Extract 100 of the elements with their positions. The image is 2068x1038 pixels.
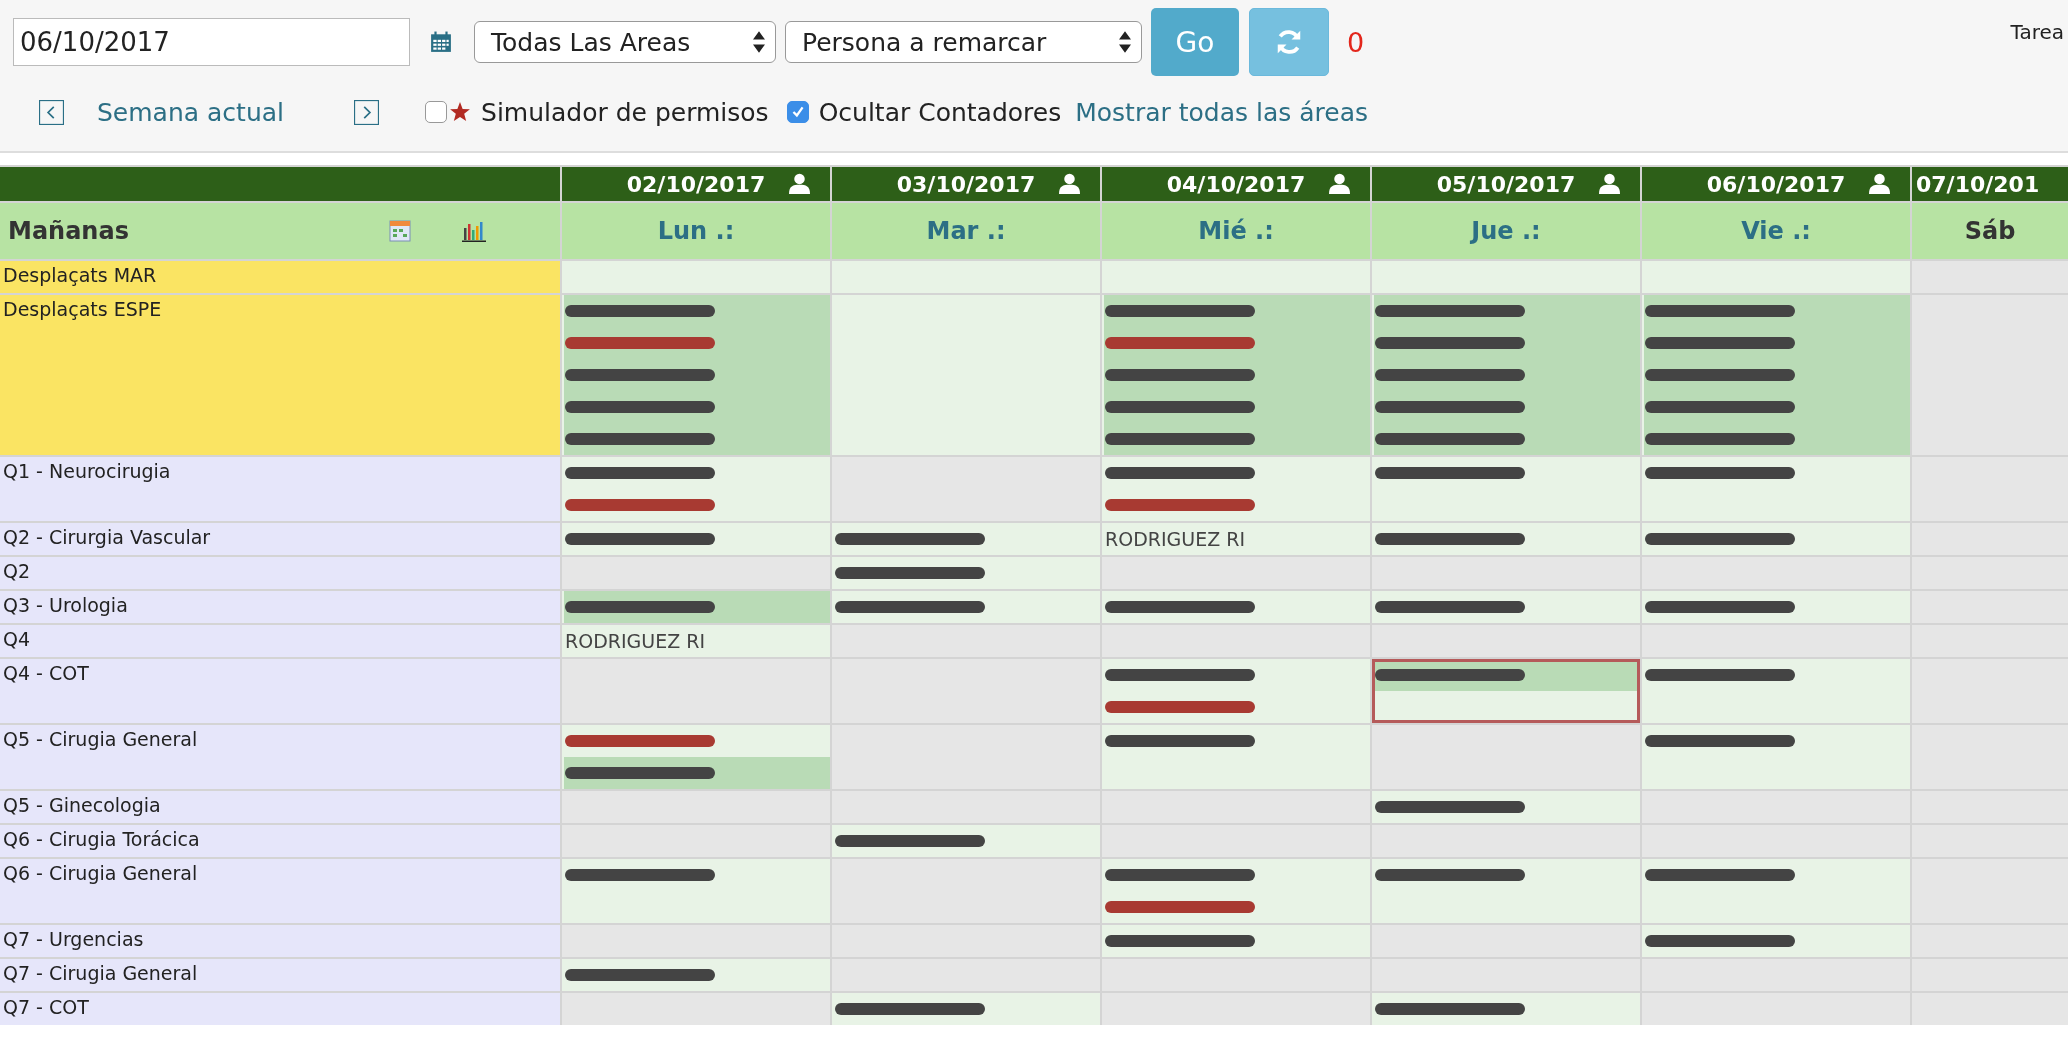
updown-arrow-icon <box>1119 31 1131 53</box>
schedule-cell[interactable] <box>832 993 1100 1025</box>
date-text: 03/10/2017 <box>896 171 1036 197</box>
area-label: Q3 - Urologia <box>0 591 560 623</box>
calendar-grid-icon[interactable] <box>388 220 412 242</box>
schedule-cell[interactable] <box>1642 925 1910 957</box>
schedule-cell[interactable] <box>1912 993 2068 1025</box>
person-icon[interactable] <box>1869 173 1890 194</box>
tab-label[interactable]: Tarea <box>2010 20 2068 44</box>
previous-week-icon[interactable] <box>39 99 64 125</box>
schedule-cell[interactable] <box>1642 859 1910 923</box>
schedule-cell[interactable] <box>1102 659 1370 723</box>
schedule-cell[interactable] <box>1102 295 1370 455</box>
schedule-cell[interactable] <box>1102 457 1370 521</box>
schedule-cell[interactable] <box>1642 523 1910 555</box>
area-label: Q4 - COT <box>0 659 560 723</box>
area-select[interactable]: Todas Las Areas <box>474 21 776 63</box>
bar-chart-icon[interactable] <box>462 220 486 242</box>
area-label: Q1 - Neurocirugia <box>0 457 560 521</box>
area-label: Desplaçats ESPE <box>0 295 560 455</box>
schedule-cell[interactable] <box>562 725 830 789</box>
schedule-cell[interactable] <box>1372 659 1640 723</box>
schedule-cell[interactable] <box>1642 261 1910 293</box>
staff-name: RODRIGUEZ RI <box>565 630 706 652</box>
person-icon[interactable] <box>1599 173 1620 194</box>
schedule-cell[interactable] <box>562 993 830 1025</box>
staff-name: RODRIGUEZ RI <box>1105 528 1246 550</box>
area-label: Q5 - Ginecologia <box>0 791 560 823</box>
area-label: Q2 <box>0 557 560 589</box>
area-label: Q4 <box>0 625 560 657</box>
person-select[interactable]: Persona a remarcar <box>785 21 1142 63</box>
schedule-cell[interactable] <box>562 457 830 521</box>
updown-arrow-icon <box>753 31 765 53</box>
area-label: Q7 - COT <box>0 993 560 1025</box>
person-icon[interactable] <box>1329 173 1350 194</box>
schedule-cell[interactable] <box>832 295 1100 455</box>
person-icon[interactable] <box>1059 173 1080 194</box>
schedule-cell[interactable] <box>1642 457 1910 521</box>
area-label: Q7 - Cirugia General <box>0 959 560 991</box>
date-text: 07/10/201 <box>1916 171 2040 197</box>
checkbox[interactable] <box>425 101 447 123</box>
star-icon <box>449 101 471 123</box>
calendar-icon[interactable] <box>430 31 452 53</box>
schedule-cell[interactable] <box>1642 993 1910 1025</box>
schedule-cell[interactable] <box>1102 993 1370 1025</box>
schedule-cell[interactable] <box>1102 261 1370 293</box>
schedule-cell[interactable] <box>1642 591 1910 623</box>
schedule-cell[interactable]: RODRIGUEZ RI <box>562 625 830 657</box>
weekday-header: Vie .: <box>1642 203 1910 259</box>
weekday-header: Mié .: <box>1102 203 1370 259</box>
weekday-header: Lun .: <box>562 203 830 259</box>
schedule-cell[interactable] <box>1642 295 1910 455</box>
weekday-header: Sáb <box>1912 203 2068 259</box>
current-week-link[interactable]: Semana actual <box>97 97 284 127</box>
schedule-cell[interactable] <box>1372 457 1640 521</box>
checkbox[interactable] <box>786 101 809 123</box>
schedule-cell[interactable] <box>1372 791 1640 823</box>
schedule-cell[interactable] <box>1642 725 1910 789</box>
person-icon[interactable] <box>789 173 810 194</box>
checkbox-label: Simulador de permisos <box>481 97 769 127</box>
schedule-cell[interactable] <box>832 557 1100 589</box>
counter-text: 0 <box>1347 26 1365 58</box>
schedule-cell[interactable] <box>562 523 830 555</box>
schedule-cell[interactable] <box>562 959 830 991</box>
schedule-cell[interactable] <box>1102 725 1370 789</box>
area-label: Q6 - Cirugia Torácica <box>0 825 560 857</box>
area-label: Desplaçats MAR <box>0 261 560 293</box>
schedule-cell[interactable] <box>1372 523 1640 555</box>
schedule-cell[interactable] <box>832 523 1100 555</box>
area-label: Q6 - Cirugia General <box>0 859 560 923</box>
schedule-cell[interactable] <box>1102 859 1370 923</box>
date-text: 06/10/2017 <box>1706 171 1846 197</box>
schedule-cell[interactable]: RODRIGUEZ RI <box>1102 523 1370 555</box>
show-all-areas-link[interactable]: Mostrar todas las áreas <box>1075 97 1368 127</box>
schedule-cell[interactable] <box>1372 591 1640 623</box>
date-text: 04/10/2017 <box>1166 171 1306 197</box>
schedule-cell[interactable] <box>1102 591 1370 623</box>
schedule-cell[interactable] <box>832 261 1100 293</box>
area-label: Q2 - Cirurgia Vascular <box>0 523 560 555</box>
date-field[interactable]: 06/10/2017 <box>13 18 410 66</box>
date-text: 05/10/2017 <box>1436 171 1576 197</box>
schedule-cell[interactable] <box>1102 925 1370 957</box>
schedule-cell[interactable] <box>832 591 1100 623</box>
schedule-cell[interactable] <box>1372 295 1640 455</box>
shift-title: Mañanas <box>8 217 130 245</box>
schedule-cell[interactable] <box>562 295 830 455</box>
next-week-icon[interactable] <box>354 99 379 125</box>
schedule-cell[interactable] <box>1372 261 1640 293</box>
schedule-cell[interactable] <box>1642 659 1910 723</box>
area-label: Q7 - Urgencias <box>0 925 560 957</box>
schedule-cell[interactable] <box>562 261 830 293</box>
schedule-cell[interactable] <box>1372 993 1640 1025</box>
schedule-cell[interactable] <box>562 859 830 923</box>
weekday-header: Jue .: <box>1372 203 1640 259</box>
schedule-cell[interactable] <box>1372 859 1640 923</box>
refresh-button[interactable] <box>1249 8 1329 76</box>
schedule-cell[interactable] <box>832 825 1100 857</box>
area-label: Q5 - Cirugia General <box>0 725 560 789</box>
checkbox-label: Ocultar Contadores <box>818 97 1062 127</box>
weekday-header: Mar .: <box>832 203 1100 259</box>
